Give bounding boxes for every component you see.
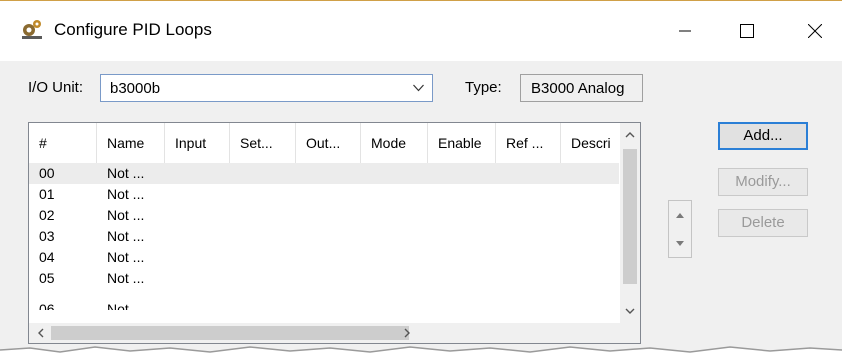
torn-edge-decoration xyxy=(0,346,842,360)
row-name: Not ... xyxy=(107,207,145,223)
row-name: Not ... xyxy=(107,186,145,202)
table-row[interactable]: 00 Not ... xyxy=(29,163,619,184)
minimize-button[interactable] xyxy=(662,1,708,61)
vertical-scrollbar[interactable] xyxy=(620,123,640,324)
move-up-button[interactable] xyxy=(669,201,691,229)
row-name: Not ... xyxy=(107,228,145,244)
scroll-down-arrow-icon[interactable] xyxy=(624,305,636,317)
configure-pid-dialog: Configure PID Loops I/O Unit: b3000b Typ… xyxy=(0,0,842,360)
vertical-scroll-thumb[interactable] xyxy=(623,149,637,284)
close-button[interactable] xyxy=(792,1,838,61)
row-name: Not ... xyxy=(107,249,145,265)
row-number: 00 xyxy=(39,165,55,181)
delete-button[interactable]: Delete xyxy=(718,209,808,237)
triangle-down-icon xyxy=(676,240,684,246)
io-unit-label: I/O Unit: xyxy=(28,79,84,96)
type-field: B3000 Analog xyxy=(520,74,643,102)
column-header[interactable]: Descri xyxy=(561,123,619,163)
column-header[interactable]: Set... xyxy=(230,123,296,163)
maximize-icon xyxy=(740,24,754,38)
table-row[interactable]: 05 Not ... xyxy=(29,268,619,289)
row-name: Not ... xyxy=(107,165,145,181)
type-value: B3000 Analog xyxy=(531,80,625,97)
scroll-up-arrow-icon[interactable] xyxy=(624,129,636,141)
column-header[interactable]: Input xyxy=(165,123,230,163)
row-number: 02 xyxy=(39,207,55,223)
row-number: 06 xyxy=(39,301,55,310)
row-number: 01 xyxy=(39,186,55,202)
column-header[interactable]: Ref ... xyxy=(496,123,561,163)
minimize-icon xyxy=(679,30,691,32)
row-name: Not ... xyxy=(107,270,145,286)
column-header[interactable]: # xyxy=(29,123,97,163)
add-button[interactable]: Add... xyxy=(718,122,808,150)
reorder-spinner xyxy=(668,200,692,258)
row-number: 03 xyxy=(39,228,55,244)
table-row[interactable]: 06 Not ... xyxy=(29,289,619,310)
column-header[interactable]: Out... xyxy=(296,123,361,163)
close-icon xyxy=(808,24,822,38)
table-row[interactable]: 01 Not ... xyxy=(29,184,619,205)
triangle-up-icon xyxy=(676,212,684,218)
chevron-down-icon xyxy=(413,84,424,92)
list-header: # Name Input Set... Out... Mode Enable R… xyxy=(29,123,619,163)
move-down-button[interactable] xyxy=(669,229,691,257)
io-unit-select[interactable]: b3000b xyxy=(100,74,433,102)
column-header[interactable]: Name xyxy=(97,123,165,163)
title-bar: Configure PID Loops xyxy=(0,1,842,61)
window-title: Configure PID Loops xyxy=(54,20,212,39)
table-row[interactable]: 03 Not ... xyxy=(29,226,619,247)
maximize-button[interactable] xyxy=(724,1,770,61)
table-row[interactable]: 02 Not ... xyxy=(29,205,619,226)
table-row[interactable]: 04 Not ... xyxy=(29,247,619,268)
pid-loops-list[interactable]: # Name Input Set... Out... Mode Enable R… xyxy=(28,122,641,344)
row-name: Not ... xyxy=(107,301,145,310)
pid-gears-icon xyxy=(22,20,42,39)
type-label: Type: xyxy=(465,79,502,96)
modify-button[interactable]: Modify... xyxy=(718,168,808,196)
row-number: 05 xyxy=(39,270,55,286)
column-header[interactable]: Enable xyxy=(428,123,496,163)
row-number: 04 xyxy=(39,249,55,265)
column-header[interactable]: Mode xyxy=(361,123,428,163)
io-unit-value: b3000b xyxy=(110,80,161,97)
